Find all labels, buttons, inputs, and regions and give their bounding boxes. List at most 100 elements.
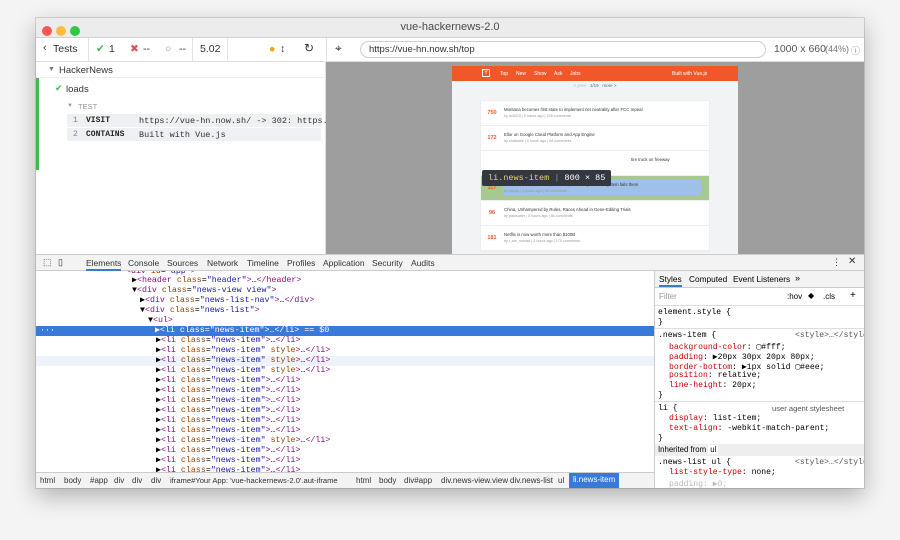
command-number: 1: [73, 116, 78, 125]
dom-node[interactable]: ▼<div class="news-list">: [36, 306, 654, 316]
item-title[interactable]: Ellor on Google Cloud Platform and App E…: [504, 132, 595, 137]
crumb[interactable]: div#app: [404, 476, 432, 485]
hn-logo[interactable]: Y: [482, 69, 490, 77]
dom-node[interactable]: ▶<li class="news-item">…</li>: [36, 396, 654, 406]
tab-console[interactable]: Console: [128, 258, 159, 268]
nav-new[interactable]: New: [516, 71, 526, 77]
info-icon[interactable]: ⓘ: [851, 44, 860, 57]
pass-check-icon: ✔: [55, 83, 63, 93]
tab-profiles[interactable]: Profiles: [287, 258, 315, 268]
auto-scroll-toggle-icon[interactable]: ↕: [280, 43, 285, 55]
nav-ask[interactable]: Ask: [554, 71, 562, 77]
prev-link[interactable]: < prev: [573, 83, 586, 88]
dom-node[interactable]: ▼<div class="news-view view">: [36, 286, 654, 296]
news-item[interactable]: 750 Montana becomes first state to implem…: [481, 101, 709, 126]
url-display[interactable]: https://vue-hn.now.sh/top: [360, 41, 766, 58]
dom-node[interactable]: ▶<li class="news-item" style>…</li>: [36, 436, 654, 446]
tab-computed[interactable]: Computed: [689, 274, 727, 284]
crumb[interactable]: iframe#Your App: 'vue-hackernews-2.0'.au…: [170, 476, 338, 485]
command-message: https://vue-hn.now.sh/ -> 302: https..: [139, 116, 333, 126]
chevron-left-icon[interactable]: ‹: [43, 42, 47, 54]
tab-elements[interactable]: Elements: [86, 258, 122, 271]
dom-node[interactable]: ▶<div class="news-list-nav">…</div>: [36, 296, 654, 306]
styles-filter-input[interactable]: Filter: [659, 292, 677, 301]
item-title[interactable]: Montana becomes first state to implement…: [504, 107, 643, 112]
dom-node[interactable]: ▶<li class="news-item">…</li>: [36, 406, 654, 416]
inspect-element-icon[interactable]: ⬚: [43, 257, 52, 268]
tab-styles[interactable]: Styles: [659, 274, 682, 287]
tab-security[interactable]: Security: [372, 258, 403, 268]
more-options-icon[interactable]: ⋮: [832, 257, 841, 268]
crumb[interactable]: div: [132, 476, 142, 485]
item-meta: by i_am_nomad | 3 hours ago | 175 commen…: [504, 239, 580, 243]
chevron-right-icon[interactable]: »: [795, 273, 800, 283]
dom-node[interactable]: ▶<li class="news-item" style>…</li>: [36, 366, 654, 376]
css-property[interactable]: line-height: 20px;: [669, 381, 756, 390]
crumb[interactable]: ul: [558, 476, 564, 485]
crumb[interactable]: div.news-list: [510, 476, 553, 485]
news-item[interactable]: 96 China, Unhampered by Rules, Races Ahea…: [481, 201, 709, 226]
dom-node[interactable]: ▶<li class="news-item">…</li>: [36, 456, 654, 466]
runner-toolbar: ‹ Tests ✔ 1 ✖ -- ○ -- 5.02 ● ↕ ↻ ⌖ https…: [36, 38, 864, 62]
tab-audits[interactable]: Audits: [411, 258, 435, 268]
tooltip-size: 800 × 85: [564, 173, 606, 183]
crumb-selected[interactable]: li.news-item: [569, 473, 620, 488]
command-message: Built with Vue.js: [139, 130, 226, 140]
nav-jobs[interactable]: Jobs: [570, 71, 581, 77]
css-source[interactable]: <style>…</style>: [795, 458, 864, 467]
test-name[interactable]: loads: [66, 84, 89, 95]
dom-node[interactable]: ▶<header class="header">…</header>: [36, 276, 654, 286]
dom-node[interactable]: ▶<li class="news-item">…</li>: [36, 376, 654, 386]
crumb[interactable]: body: [64, 476, 81, 485]
suite-row[interactable]: ▼ HackerNews: [36, 62, 326, 78]
brush-icon[interactable]: ◆: [808, 291, 814, 300]
class-toggle[interactable]: .cls: [823, 292, 835, 301]
dom-node[interactable]: ▶<li class="news-item" style>…</li>: [36, 346, 654, 356]
item-title[interactable]: China, Unhampered by Rules, Races Ahead …: [504, 207, 631, 212]
command-row[interactable]: 1 VISIT https://vue-hn.now.sh/ -> 302: h…: [67, 114, 333, 127]
built-with-link[interactable]: Built with Vue.js: [672, 71, 707, 77]
tab-network[interactable]: Network: [207, 258, 238, 268]
failed-count: --: [143, 43, 150, 55]
tests-back-button[interactable]: Tests: [53, 43, 78, 55]
tab-application[interactable]: Application: [323, 258, 365, 268]
crumb[interactable]: html: [356, 476, 371, 485]
dom-node[interactable]: ▼<ul>: [36, 316, 654, 326]
fail-x-icon: ✖: [130, 43, 139, 55]
crumb[interactable]: div.news-view.view: [441, 476, 508, 485]
tab-event-listeners[interactable]: Event Listeners: [733, 274, 790, 284]
command-row[interactable]: 2 CONTAINS Built with Vue.js: [67, 128, 321, 141]
dom-node[interactable]: ▶<li class="news-item">…</li>: [36, 386, 654, 396]
hover-state-toggle[interactable]: :hov: [787, 292, 802, 301]
nav-show[interactable]: Show: [534, 71, 547, 77]
add-rule-icon[interactable]: +: [850, 290, 856, 301]
item-title[interactable]: tire truck on freeway: [631, 157, 670, 162]
tab-timeline[interactable]: Timeline: [247, 258, 279, 268]
css-rule: }: [658, 391, 663, 400]
close-devtools-icon[interactable]: ✕: [848, 256, 856, 267]
dom-node[interactable]: ▶<li class="news-item" style>…</li>: [36, 356, 654, 366]
nav-top[interactable]: Top: [500, 71, 508, 77]
command-name: VISIT: [86, 116, 111, 125]
crumb[interactable]: div: [114, 476, 124, 485]
dom-node[interactable]: ▶<li class="news-item">…</li>: [36, 416, 654, 426]
reload-icon[interactable]: ↻: [304, 41, 314, 55]
crumb[interactable]: html: [40, 476, 55, 485]
item-score: 181: [487, 235, 497, 241]
device-mode-icon[interactable]: ▯: [58, 257, 63, 268]
crumb[interactable]: div: [151, 476, 161, 485]
crumb[interactable]: body: [379, 476, 396, 485]
dom-node-selected[interactable]: ··· ▶<li class="news-item">…</li> == $0: [36, 326, 654, 336]
crumb[interactable]: #app: [90, 476, 108, 485]
news-item[interactable]: 172 Ellor on Google Cloud Platform and Ap…: [481, 126, 709, 151]
item-title[interactable]: Netflix is now worth more than $100B: [504, 232, 575, 237]
selector-playground-icon[interactable]: ⌖: [335, 41, 342, 56]
dom-node[interactable]: ▶<li class="news-item">…</li>: [36, 336, 654, 346]
css-property[interactable]: position: relative;: [669, 371, 761, 380]
dom-node[interactable]: ▶<li class="news-item">…</li>: [36, 426, 654, 436]
css-source[interactable]: <style>…</style>: [795, 331, 864, 340]
more-link[interactable]: more >: [602, 83, 616, 88]
tab-sources[interactable]: Sources: [167, 258, 198, 268]
news-item[interactable]: 181 Netflix is now worth more than $100B b…: [481, 226, 709, 251]
dom-node[interactable]: ▶<li class="news-item">…</li>: [36, 446, 654, 456]
